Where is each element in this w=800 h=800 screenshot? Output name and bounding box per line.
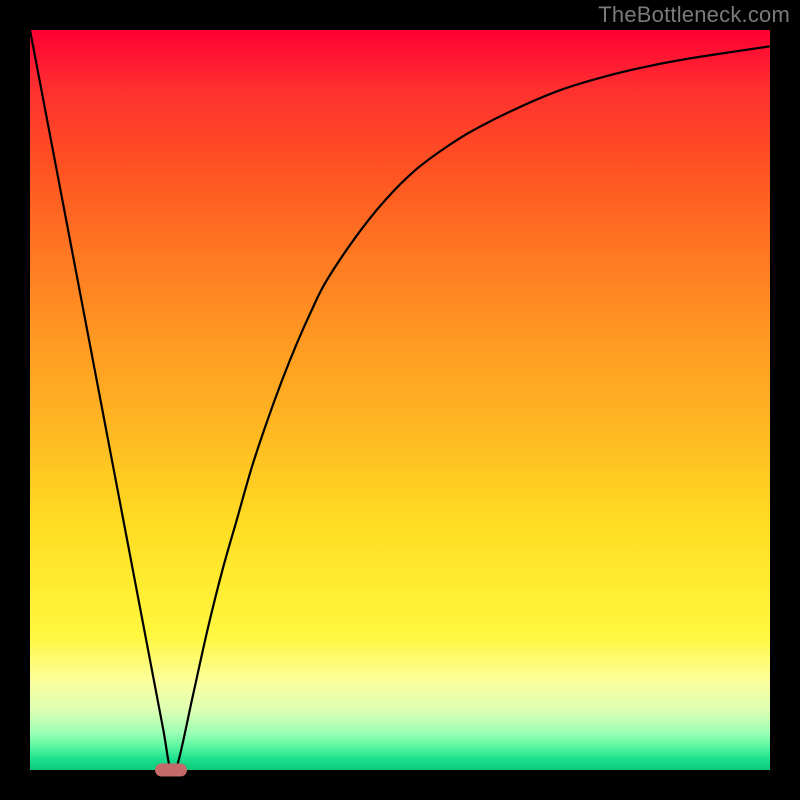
minimum-marker	[155, 764, 187, 777]
plot-area	[30, 30, 770, 770]
chart-frame: TheBottleneck.com	[0, 0, 800, 800]
data-curve	[30, 30, 770, 770]
watermark-text: TheBottleneck.com	[598, 2, 790, 28]
curve-svg	[30, 30, 770, 770]
